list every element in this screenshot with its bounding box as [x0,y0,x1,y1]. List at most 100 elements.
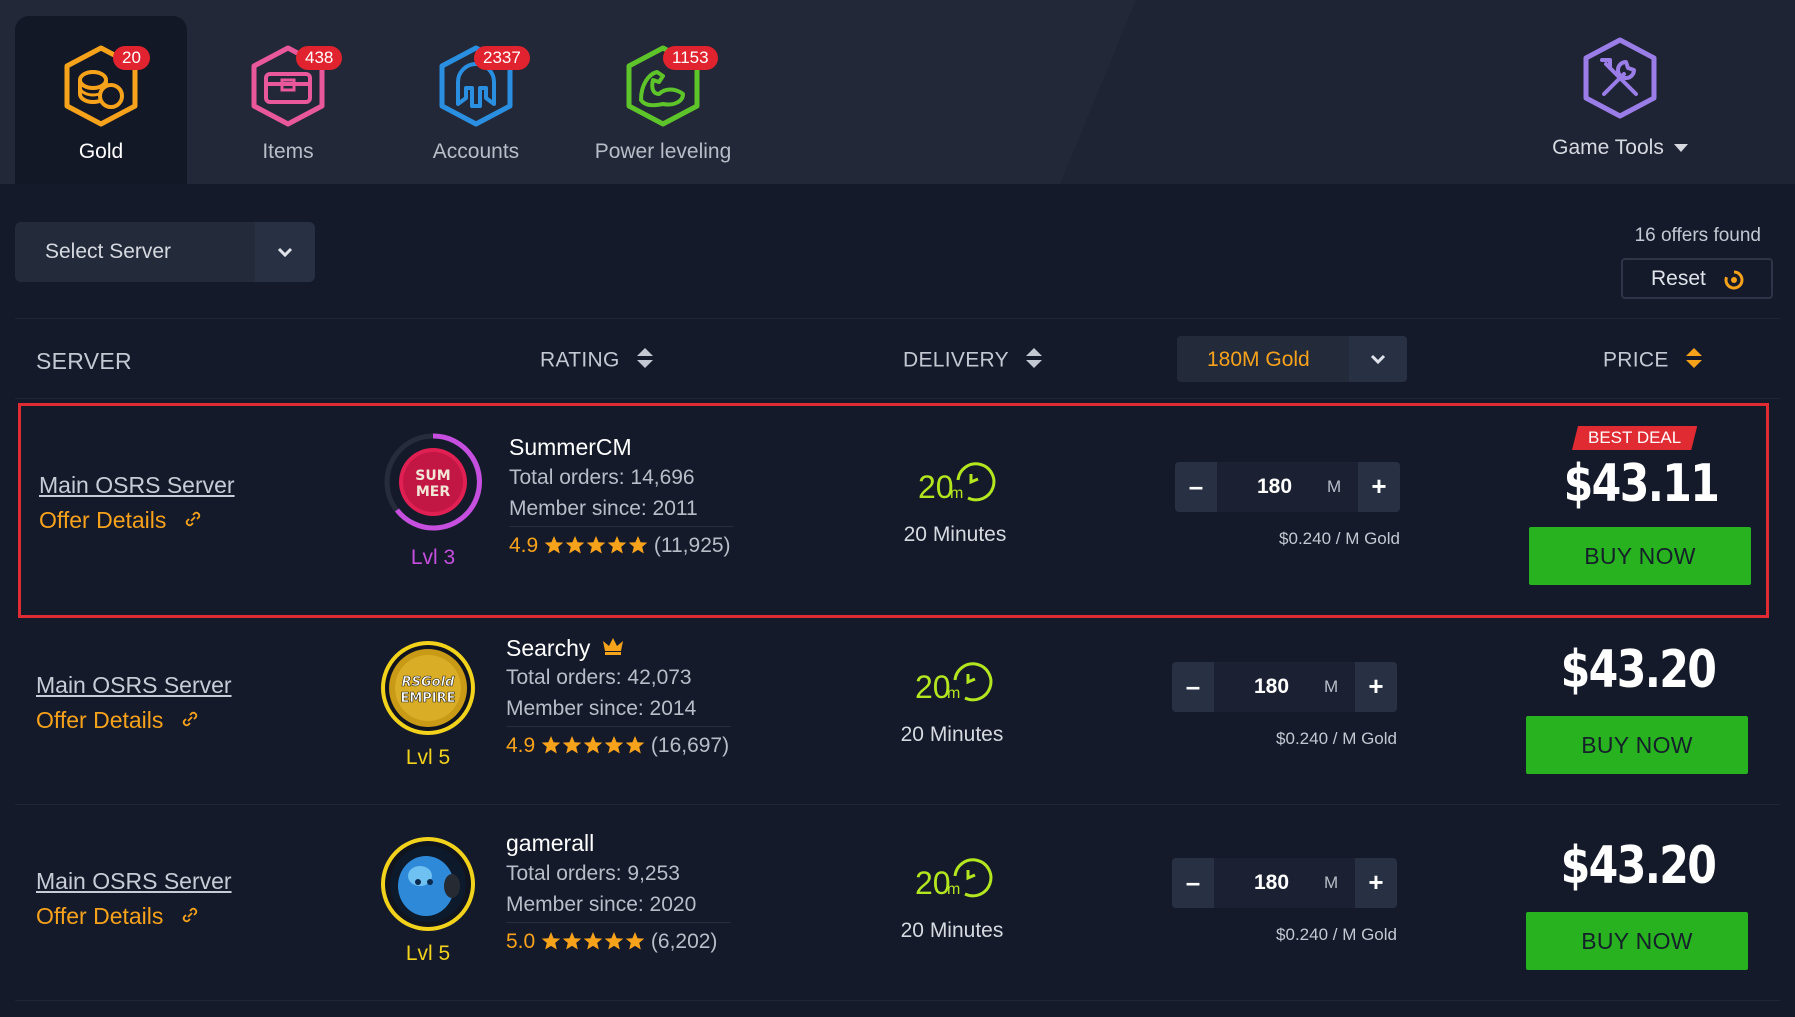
svg-text:m: m [950,485,963,502]
offer-row: Main OSRS Server Offer Details Lvl 5 gam… [18,812,1763,998]
offer-price: $43.20 [1560,836,1717,896]
seller-member-since: Member since: 2014 [506,697,697,720]
sort-icon [1025,346,1043,376]
delivery-time: 20 Minutes [903,523,1007,546]
rating-value: 5.0 [506,930,536,953]
decrease-button[interactable]: – [1172,858,1214,908]
seller-rating: 5.0 (6,202) [506,930,717,957]
quantity-value: 180 [1254,871,1290,894]
server-select-label: Select Server [45,240,172,263]
delivery-header-label: DELIVERY [903,348,1009,372]
server-link[interactable]: Main OSRS Server [36,868,232,895]
column-header-price[interactable]: PRICE [1603,346,1703,376]
divider [15,398,1780,399]
svg-text:20: 20 [915,865,951,901]
offer-row: Main OSRS Server Offer Details SUM MER L… [18,403,1769,618]
column-header-delivery[interactable]: DELIVERY [903,346,1043,376]
decrease-button[interactable]: – [1172,662,1214,712]
delivery-time: 20 Minutes [900,723,1004,746]
offer-price: $43.20 [1560,640,1717,700]
sort-icon [636,346,654,376]
tab-power-leveling-badge: 1153 [663,46,718,70]
increase-button[interactable]: + [1355,662,1397,712]
delivery-timer-icon: 20 m [916,456,996,506]
quantity-input[interactable]: 180 M [1214,662,1355,712]
link-icon [180,904,200,931]
server-link[interactable]: Main OSRS Server [36,672,232,699]
tab-power-leveling[interactable]: 1153 Power leveling [577,16,749,184]
svg-text:20: 20 [915,669,951,705]
seller-total-orders: Total orders: 9,253 [506,862,680,885]
offer-details-label: Offer Details [39,507,167,533]
decrease-button[interactable]: – [1175,462,1217,512]
tab-accounts[interactable]: 2337 Accounts [390,16,562,184]
quantity-select-label: 180M Gold [1207,348,1310,371]
delivery-timer-icon: 20 m [913,656,993,706]
chevron-down-icon [255,222,315,282]
quantity-input[interactable]: 180 M [1217,462,1358,512]
server-link[interactable]: Main OSRS Server [39,472,235,499]
rating-count: (6,202) [650,930,718,953]
offer-details-link[interactable]: Offer Details [36,707,200,735]
tab-accounts-label: Accounts [432,140,520,163]
reset-icon [1723,269,1745,297]
game-tools-label: Game Tools [1520,136,1720,160]
offers-found-count: 16 offers found [1634,225,1761,246]
five-stars-icon [544,535,648,561]
seller-avatar: RSGold EMPIRE [376,636,480,740]
svg-text:m: m [947,685,960,702]
seller-total-orders: Total orders: 14,696 [509,466,695,489]
divider [15,318,1780,319]
quantity-value: 180 [1257,475,1293,498]
delivery-time: 20 Minutes [900,919,1004,942]
seller-name[interactable]: SummerCM [509,434,632,461]
offer-price: $43.11 [1563,454,1720,514]
divider [15,804,1780,805]
seller-level: Lvl 5 [405,942,451,965]
tab-items-label: Items [262,140,314,163]
best-deal-badge: BEST DEAL [1572,426,1697,450]
offer-details-label: Offer Details [36,707,164,733]
five-stars-icon [541,735,645,761]
offer-details-link[interactable]: Offer Details [36,903,200,931]
buy-now-button[interactable]: BUY NOW [1529,527,1751,585]
buy-now-button[interactable]: BUY NOW [1526,716,1748,774]
seller-name-label: Searchy [506,635,591,661]
reset-button[interactable]: Reset [1621,258,1773,299]
tab-items-badge: 438 [296,46,343,70]
svg-text:SUM: SUM [415,468,450,484]
reset-label: Reset [1651,267,1706,290]
svg-text:RSGold: RSGold [402,675,455,690]
divider [509,526,734,527]
chevron-down-icon [1349,336,1407,382]
tools-icon [1580,36,1660,120]
seller-name[interactable]: Searchy [506,634,625,662]
column-header-rating[interactable]: RATING [540,346,654,376]
rating-count: (11,925) [653,534,731,557]
tab-items[interactable]: 438 Items [202,16,374,184]
seller-member-since: Member since: 2011 [509,497,698,520]
svg-text:20: 20 [918,469,954,505]
tab-gold-label: Gold [78,140,124,163]
quantity-value: 180 [1254,675,1290,698]
sort-active-icon [1685,346,1703,376]
offer-details-link[interactable]: Offer Details [39,507,203,535]
offer-row: Main OSRS Server Offer Details RSGold EM… [18,618,1763,804]
server-select[interactable]: Select Server [15,222,315,282]
tab-power-leveling-label: Power leveling [594,140,732,163]
seller-rating: 4.9 (11,925) [509,534,731,561]
rating-value: 4.9 [506,734,536,757]
column-header-server: SERVER [36,348,132,374]
seller-name[interactable]: gamerall [506,830,594,857]
increase-button[interactable]: + [1355,858,1397,908]
quantity-input[interactable]: 180 M [1214,858,1355,908]
increase-button[interactable]: + [1358,462,1400,512]
tab-accounts-badge: 2337 [474,46,530,70]
svg-text:m: m [947,881,960,898]
game-tools-menu[interactable]: Game Tools [1520,16,1720,176]
quantity-stepper: – 180 M + [1172,858,1397,908]
buy-now-button[interactable]: BUY NOW [1526,912,1748,970]
delivery-timer-icon: 20 m [913,852,993,902]
quantity-select[interactable]: 180M Gold [1177,336,1407,382]
tab-gold[interactable]: 20 Gold [15,16,187,184]
